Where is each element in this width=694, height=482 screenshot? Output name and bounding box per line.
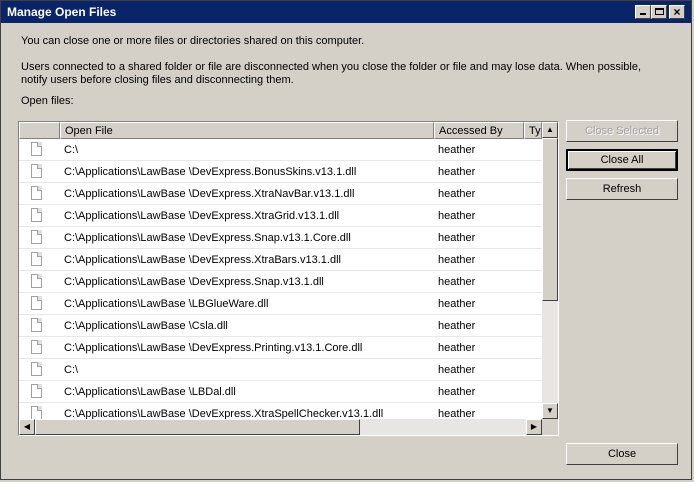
file-icon-cell (19, 161, 60, 182)
open-file-cell: C:\Applications\LawBase \LBGlueWare.dll (64, 298, 269, 310)
accessed-by-cell: heather (438, 254, 476, 266)
accessed-by-cell: heather (438, 166, 476, 178)
column-header-icon[interactable] (19, 122, 60, 139)
maximize-icon (655, 8, 664, 15)
scroll-left-button[interactable]: ◀ (19, 419, 35, 435)
arrow-left-icon: ◀ (23, 422, 31, 431)
file-icon-cell (19, 249, 60, 270)
table-row[interactable]: C:\Applications\LawBase \Csla.dll heather (19, 315, 542, 337)
file-icon-cell (19, 139, 60, 160)
file-icon (31, 230, 42, 244)
open-file-cell: C:\ (64, 364, 79, 376)
manage-open-files-dialog: Manage Open Files × You can close one or… (0, 0, 692, 480)
open-files-list[interactable]: Open File Accessed By Typ C:\heatherC:\A… (18, 121, 559, 436)
scroll-right-button[interactable]: ▶ (526, 419, 542, 435)
table-row[interactable]: C:\Applications\LawBase \DevExpress.Snap… (19, 271, 542, 293)
table-row[interactable]: C:\Applications\LawBase \LBDal.dll heathe… (19, 381, 542, 403)
column-header-accessed-by[interactable]: Accessed By (434, 122, 524, 139)
file-icon (31, 406, 42, 420)
file-icon (31, 296, 42, 310)
open-file-cell: C:\Applications\LawBase \DevExpress.Xtra… (64, 254, 341, 266)
scroll-up-button[interactable]: ▲ (542, 122, 558, 138)
file-icon-cell (19, 337, 60, 358)
maximize-button[interactable] (651, 5, 667, 19)
accessed-by-cell: heather (438, 210, 476, 222)
arrow-down-icon: ▼ (546, 406, 554, 415)
file-icon (31, 208, 42, 222)
column-header-type[interactable]: Typ (524, 122, 542, 139)
close-button[interactable]: Close (566, 443, 678, 465)
file-icon (31, 362, 42, 376)
table-row[interactable]: C:\Applications\LawBase \DevExpress.Xtra… (19, 183, 542, 205)
table-row[interactable]: C:\ heather (19, 359, 542, 381)
close-all-button[interactable]: Close All (566, 149, 678, 171)
horizontal-scrollbar[interactable]: ◀ ▶ (19, 419, 542, 435)
table-row[interactable]: C:\Applications\LawBase \DevExpress.Prin… (19, 337, 542, 359)
vertical-scrollbar[interactable]: ▲ ▼ (542, 122, 558, 419)
accessed-by-cell: heather (438, 342, 476, 354)
close-selected-button[interactable]: Close Selected (566, 120, 678, 142)
vertical-scroll-thumb[interactable] (542, 138, 558, 301)
column-header-open-file[interactable]: Open File (60, 122, 434, 139)
open-file-cell: C:\ (64, 144, 79, 156)
table-row[interactable]: C:\Applications\LawBase \DevExpress.Xtra… (19, 249, 542, 271)
file-icon (31, 142, 42, 156)
table-row[interactable]: C:\Applications\LawBase \DevExpress.Xtra… (19, 205, 542, 227)
open-file-cell: C:\Applications\LawBase \DevExpress.Xtra… (64, 188, 355, 200)
file-icon (31, 252, 42, 266)
file-icon (31, 340, 42, 354)
file-icon-cell (19, 227, 60, 248)
table-row[interactable]: C:\Applications\LawBase \DevExpress.Bonu… (19, 161, 542, 183)
table-row[interactable]: C:\Applications\LawBase \DevExpress.Snap… (19, 227, 542, 249)
arrow-up-icon: ▲ (546, 125, 554, 134)
list-rows: C:\ heather C:\Applications\LawBase \DevEx… (19, 139, 542, 425)
open-file-cell: C:\Applications\LawBase \DevExpress.Snap… (64, 232, 351, 244)
file-icon (31, 318, 42, 332)
scrollbar-corner (542, 419, 558, 435)
file-icon (31, 274, 42, 288)
file-icon-cell (19, 205, 60, 226)
scroll-down-button[interactable]: ▼ (542, 403, 558, 419)
open-files-label: Open files: (21, 95, 74, 107)
refresh-button[interactable]: Refresh (566, 178, 678, 200)
close-window-button[interactable]: × (669, 5, 685, 19)
intro-text: You can close one or more files or direc… (21, 35, 365, 47)
accessed-by-cell: heather (438, 144, 476, 156)
accessed-by-cell: heather (438, 320, 476, 332)
open-file-cell: C:\Applications\LawBase \DevExpress.Snap… (64, 276, 324, 288)
open-file-cell: C:\Applications\LawBase \Csla.dll (64, 320, 228, 332)
file-icon-cell (19, 293, 60, 314)
accessed-by-cell: heather (438, 364, 476, 376)
accessed-by-cell: heather (438, 232, 476, 244)
horizontal-scroll-thumb[interactable] (35, 419, 360, 435)
file-icon-cell (19, 271, 60, 292)
open-file-cell: C:\Applications\LawBase \LBDal.dll (64, 386, 236, 398)
accessed-by-cell: heather (438, 386, 476, 398)
table-row[interactable]: C:\ heather (19, 139, 542, 161)
open-file-cell: C:\Applications\LawBase \DevExpress.Prin… (64, 342, 363, 354)
title-bar-buttons: × (635, 5, 685, 19)
arrow-right-icon: ▶ (530, 422, 538, 431)
title-bar[interactable]: Manage Open Files × (1, 1, 691, 23)
accessed-by-cell: heather (438, 276, 476, 288)
table-row[interactable]: C:\Applications\LawBase \LBGlueWare.dll h… (19, 293, 542, 315)
accessed-by-cell: heather (438, 298, 476, 310)
window-title: Manage Open Files (7, 5, 117, 19)
open-file-cell: C:\Applications\LawBase \DevExpress.Bonu… (64, 166, 357, 178)
minimize-button[interactable] (635, 5, 651, 19)
warning-text: Users connected to a shared folder or fi… (21, 61, 642, 86)
accessed-by-cell: heather (438, 188, 476, 200)
list-header: Open File Accessed By Typ (19, 122, 542, 139)
file-icon-cell (19, 381, 60, 402)
file-icon-cell (19, 315, 60, 336)
file-icon (31, 384, 42, 398)
file-icon-cell (19, 359, 60, 380)
file-icon (31, 164, 42, 178)
open-file-cell: C:\Applications\LawBase \DevExpress.Xtra… (64, 210, 340, 222)
file-icon-cell (19, 183, 60, 204)
file-icon (31, 186, 42, 200)
close-icon: × (673, 5, 681, 19)
minimize-icon (640, 13, 646, 15)
